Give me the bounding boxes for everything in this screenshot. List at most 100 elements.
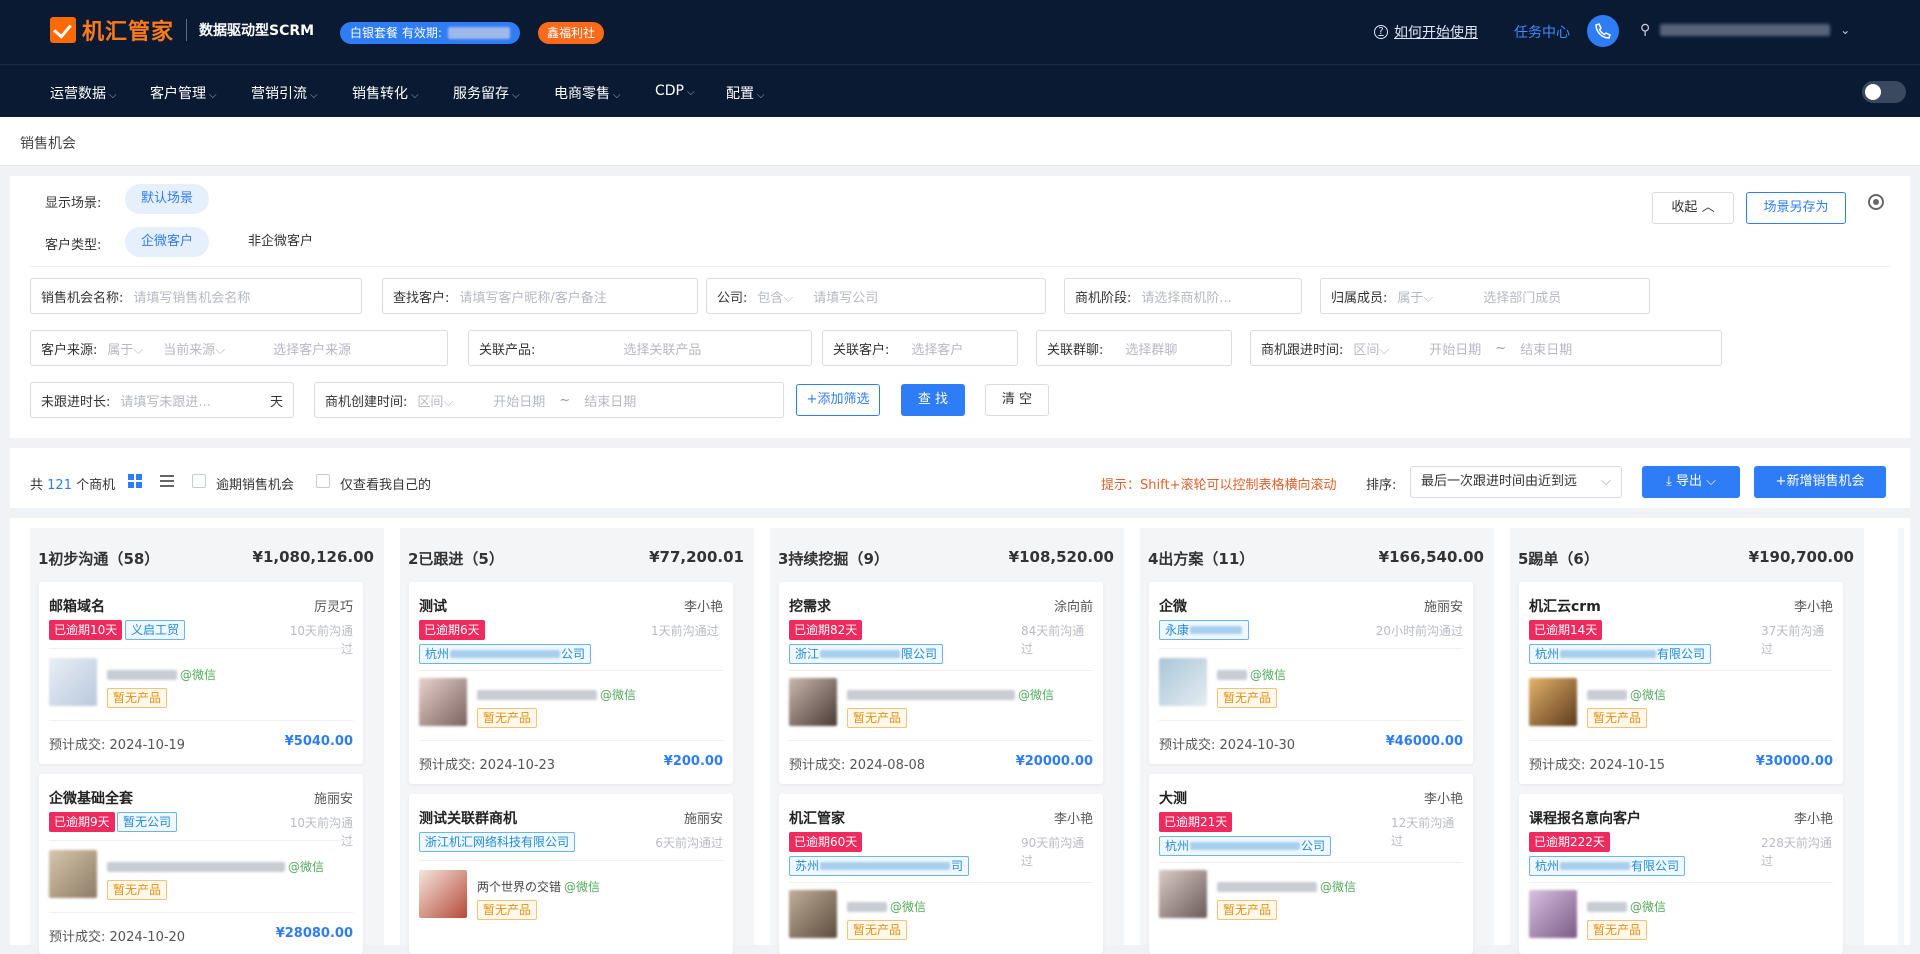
nav-item-config[interactable]: 配置 ⌵ [726, 83, 765, 103]
export-icon: ⤓ [1666, 474, 1672, 489]
task-center-link[interactable]: 任务中心 [1514, 22, 1570, 42]
opp-name-input[interactable]: 请填写销售机会名称 [133, 287, 250, 306]
scene-chip-default[interactable]: 默认场景 [125, 184, 210, 214]
created-end-date[interactable]: 结束日期 [584, 391, 636, 410]
group-select[interactable]: 选择群聊 [1125, 339, 1177, 358]
nav-item-marketing[interactable]: 营销引流 ⌵ [251, 83, 318, 103]
card-divider [789, 882, 1093, 883]
rel-customer-select[interactable]: 选择客户 [911, 339, 963, 358]
est-date: 2024-08-08 [849, 758, 926, 773]
card-divider [1529, 670, 1833, 671]
product-tag: 暂无产品 [847, 708, 908, 728]
type-chip-wecom[interactable]: 企微客户 [125, 227, 210, 257]
opportunity-card[interactable]: 挖需求 涂向前 已逾期82天 浙江 限公司 84天前沟通过 @微信 暂无产品 预计… [779, 582, 1103, 784]
sort-select[interactable]: 最后一次跟进时间由近到远 ⌵ [1410, 466, 1622, 498]
add-filter-button[interactable]: +添加筛选 [796, 384, 880, 416]
rel-customer-field[interactable]: 关联客户: 选择客户 [822, 330, 1018, 366]
opportunity-card[interactable]: 大测 李小艳 已逾期21天 杭州 公司 12天前沟通过 @微信 暂无产品 [1149, 774, 1473, 954]
company-field[interactable]: 公司: 包含⌵ 请填写公司 [706, 278, 1046, 314]
opportunity-card[interactable]: 课程报名意向客户 李小艳 已逾期222天 杭州 有限公司 228天前沟通过 @微信… [1519, 794, 1843, 954]
opportunity-card[interactable]: 测试 李小艳 已逾期6天 杭州 公司 1天前沟通过 @微信 暂无产品 预计成交: … [409, 582, 733, 784]
type-chip-non-wecom[interactable]: 非企微客户 [232, 227, 329, 257]
nav-label: 客户管理 [150, 86, 206, 102]
nav-item-cdp[interactable]: CDP ⌵ [655, 83, 695, 99]
opportunity-card[interactable]: 企微基础全套 施丽安 已逾期9天 暂无公司 10天前沟通过 @微信 暂无产品 预… [39, 774, 363, 954]
kanban-view-icon[interactable] [128, 474, 142, 488]
nav-item-service[interactable]: 服务留存 ⌵ [453, 83, 520, 103]
opportunity-card[interactable]: 机汇云crm 李小艳 已逾期14天 杭州 有限公司 37天前沟通过 @微信 暂无产… [1519, 582, 1843, 784]
nav-label: 运营数据 [50, 86, 106, 102]
clear-button[interactable]: 清 空 [985, 384, 1049, 416]
idle-days-input[interactable]: 请填写未跟进... [120, 391, 210, 410]
column-sum: ¥77,200.01 [649, 548, 744, 566]
follow-time-field[interactable]: 商机跟进时间: 区间⌵ 开始日期 ~ 结束日期 [1250, 330, 1722, 366]
last-contact: 37天前沟通过 [1761, 624, 1825, 656]
column-title: 3持续挖掘（9） [778, 550, 889, 568]
nav-item-sales[interactable]: 销售转化 ⌵ [352, 83, 419, 103]
column-title: 1初步沟通（58） [38, 550, 160, 568]
opportunity-card[interactable]: 机汇管家 李小艳 已逾期60天 苏州 司 90天前沟通过 @微信 暂无产品 [779, 794, 1103, 954]
new-opportunity-button[interactable]: +新增销售机会 [1754, 466, 1886, 498]
search-button[interactable]: 查 找 [901, 384, 965, 416]
follow-end-date[interactable]: 结束日期 [1520, 339, 1572, 358]
est-label: 预计成交: [49, 930, 106, 945]
owner-operator-select[interactable]: 属于⌵ [1397, 287, 1433, 306]
card-name: 机汇管家 [789, 811, 845, 827]
group-field[interactable]: 关联群聊: 选择群聊 [1036, 330, 1232, 366]
opp-name-field[interactable]: 销售机会名称: 请填写销售机会名称 [30, 278, 362, 314]
user-menu[interactable]: ⚲ ⌄ [1640, 22, 1850, 38]
brand-logo[interactable]: 机汇管家 数据驱动型SCRM [50, 14, 314, 46]
owner-select[interactable]: 选择部门成员 [1483, 287, 1561, 306]
stage-field[interactable]: 商机阶段: 请选择商机阶... [1064, 278, 1302, 314]
nav-item-customer[interactable]: 客户管理 ⌵ [150, 83, 217, 103]
find-customer-field[interactable]: 查找客户: 请填写客户昵称/客户备注 [382, 278, 698, 314]
created-time-operator-select[interactable]: 区间⌵ [417, 391, 453, 410]
created-start-date[interactable]: 开始日期 [493, 391, 545, 410]
company-input[interactable]: 请填写公司 [813, 287, 878, 306]
stage-column: 1初步沟通（58） ¥1,080,126.00 邮箱域名 厉灵巧 已逾期10天 … [30, 528, 384, 954]
overdue-checkbox[interactable] [192, 474, 206, 488]
card-name: 邮箱域名 [49, 599, 105, 615]
phone-button[interactable] [1587, 15, 1619, 47]
welfare-badge[interactable]: 鑫福利社 [538, 22, 605, 44]
follow-start-date[interactable]: 开始日期 [1429, 339, 1481, 358]
chevron-up-icon: ︿ [1701, 200, 1715, 215]
company-operator-select[interactable]: 包含⌵ [757, 287, 793, 306]
nav-item-ecommerce[interactable]: 电商零售 ⌵ [554, 83, 621, 103]
nav-item-ops-data[interactable]: 运营数据 ⌵ [50, 83, 117, 103]
help-link[interactable]: ? 如何开始使用 [1374, 22, 1478, 42]
collapse-button[interactable]: 收起 ︿ [1652, 192, 1734, 224]
save-scene-button[interactable]: 场景另存为 [1746, 192, 1846, 224]
days-suffix: 天 [269, 394, 283, 410]
product-field[interactable]: 关联产品: 选择关联产品 [468, 330, 812, 366]
list-view-icon[interactable] [160, 475, 174, 487]
source-select[interactable]: 选择客户来源 [273, 339, 351, 358]
idle-days-field[interactable]: 未跟进时长: 请填写未跟进... 天 [30, 382, 294, 418]
source-operator-select[interactable]: 属于⌵ [107, 339, 143, 358]
mine-checkbox[interactable] [316, 474, 330, 488]
filter-divider [30, 266, 1890, 267]
card-owner: 李小艳 [1423, 792, 1463, 807]
product-select[interactable]: 选择关联产品 [623, 339, 701, 358]
plan-badge[interactable]: 白银套餐 有效期: [340, 22, 520, 44]
created-time-field[interactable]: 商机创建时间: 区间⌵ 开始日期 ~ 结束日期 [314, 382, 784, 418]
find-customer-input[interactable]: 请填写客户昵称/客户备注 [459, 287, 606, 306]
export-button[interactable]: ⤓ 导出 ⌵ [1642, 466, 1740, 498]
owner-field[interactable]: 归属成员: 属于⌵ 选择部门成员 [1320, 278, 1650, 314]
theme-toggle[interactable] [1862, 81, 1906, 103]
gear-icon[interactable] [1868, 194, 1884, 210]
opportunity-card[interactable]: 企微 施丽安 永康 20小时前沟通过 @微信 暂无产品 预计成交: 2024-1… [1149, 582, 1473, 764]
opportunity-card[interactable]: 测试关联群商机 施丽安 浙江机汇网络科技有限公司 6天前沟通过 两个世界の交错 @… [409, 794, 733, 954]
follow-time-operator-select[interactable]: 区间⌵ [1353, 339, 1389, 358]
card-owner: 施丽安 [313, 792, 353, 807]
source-type-select[interactable]: 当前来源⌵ [163, 339, 225, 358]
contact-line: @微信 [1217, 878, 1356, 895]
expected-close: 预计成交: 2024-10-30 [1159, 734, 1295, 753]
logo-check-icon [50, 17, 76, 43]
last-contact: 90天前沟通过 [1021, 836, 1085, 868]
opportunity-card[interactable]: 邮箱域名 厉灵巧 已逾期10天 义启工贸 10天前沟通过 @微信 暂无产品 预计… [39, 582, 363, 764]
stage-select[interactable]: 请选择商机阶... [1141, 287, 1231, 306]
source-field[interactable]: 客户来源: 属于⌵ 当前来源⌵ 选择客户来源 [30, 330, 448, 366]
field-label: 商机阶段: [1075, 290, 1132, 306]
card-owner: 厉灵巧 [313, 600, 353, 615]
